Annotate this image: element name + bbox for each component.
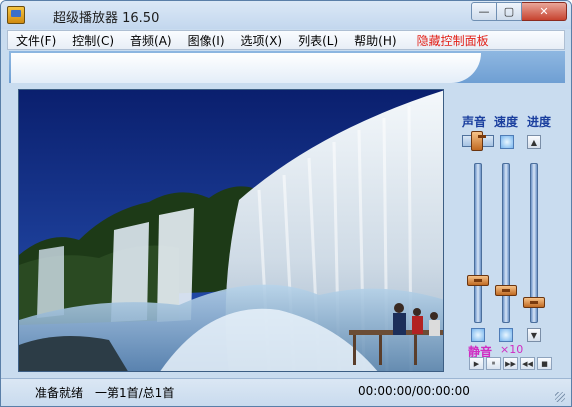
status-state: 准备就绪 xyxy=(35,386,84,400)
player-window: 超级播放器 16.50 — ▢ ✕ 文件(F) 控制(C) 音频(A) 图像(I… xyxy=(0,0,572,407)
menu-control[interactable]: 控制(C) xyxy=(64,32,122,49)
speed-reset-button[interactable] xyxy=(500,135,514,149)
menu-audio[interactable]: 音频(A) xyxy=(122,32,180,49)
window-title: 超级播放器 16.50 xyxy=(53,11,160,26)
mute-button[interactable] xyxy=(471,328,485,342)
close-button[interactable]: ✕ xyxy=(522,2,567,21)
balance-slider-thumb[interactable] xyxy=(471,131,486,151)
transport-controls: ▶ ⏸ ▶▶ ◀◀ ■ xyxy=(469,357,552,370)
volume-label: 声音 xyxy=(462,115,487,129)
menu-image[interactable]: 图像(I) xyxy=(180,32,233,49)
speed-label: 速度 xyxy=(494,115,519,129)
speed-slider[interactable] xyxy=(502,163,510,323)
status-bar: 准备就绪 一第1首/总1首 00:00:00/00:00:00 xyxy=(1,378,571,406)
status-track: 一第1首/总1首 xyxy=(95,386,175,400)
header-band xyxy=(9,51,565,83)
progress-label: 进度 xyxy=(527,115,552,129)
menu-help[interactable]: 帮助(H) xyxy=(346,32,404,49)
menu-bar: 文件(F) 控制(C) 音频(A) 图像(I) 选项(X) 列表(L) 帮助(H… xyxy=(7,30,565,50)
progress-slider-thumb[interactable] xyxy=(523,297,545,308)
menu-hide-control-panel[interactable]: 隐藏控制面板 xyxy=(405,32,497,49)
arrow-up-icon[interactable]: ▲ xyxy=(527,135,541,149)
stop-button[interactable]: ■ xyxy=(537,357,552,370)
play-button[interactable]: ▶ xyxy=(469,357,484,370)
arrow-down-icon[interactable]: ▼ xyxy=(527,328,541,342)
minimize-button[interactable]: — xyxy=(471,2,497,21)
speed-multiplier-button[interactable] xyxy=(499,328,513,342)
player-icon[interactable] xyxy=(7,6,25,24)
volume-slider[interactable] xyxy=(474,163,482,323)
speed-slider-thumb[interactable] xyxy=(495,285,517,296)
menu-file[interactable]: 文件(F) xyxy=(8,32,64,49)
video-display[interactable] xyxy=(18,89,444,372)
maximize-button[interactable]: ▢ xyxy=(497,2,522,21)
status-time: 00:00:00/00:00:00 xyxy=(358,384,470,398)
forward-button[interactable]: ▶▶ xyxy=(503,357,518,370)
rewind-button[interactable]: ◀◀ xyxy=(520,357,535,370)
pause-button[interactable]: ⏸ xyxy=(486,357,501,370)
resize-grip[interactable] xyxy=(555,392,565,402)
volume-slider-thumb[interactable] xyxy=(467,275,489,286)
video-frame-waterfall xyxy=(19,90,443,371)
menu-options[interactable]: 选项(X) xyxy=(233,32,291,49)
title-bar[interactable]: 超级播放器 16.50 — ▢ ✕ xyxy=(1,1,571,29)
window-controls: — ▢ ✕ xyxy=(471,2,567,21)
speed-value: ×10 xyxy=(500,343,524,356)
menu-list[interactable]: 列表(L) xyxy=(290,32,346,49)
